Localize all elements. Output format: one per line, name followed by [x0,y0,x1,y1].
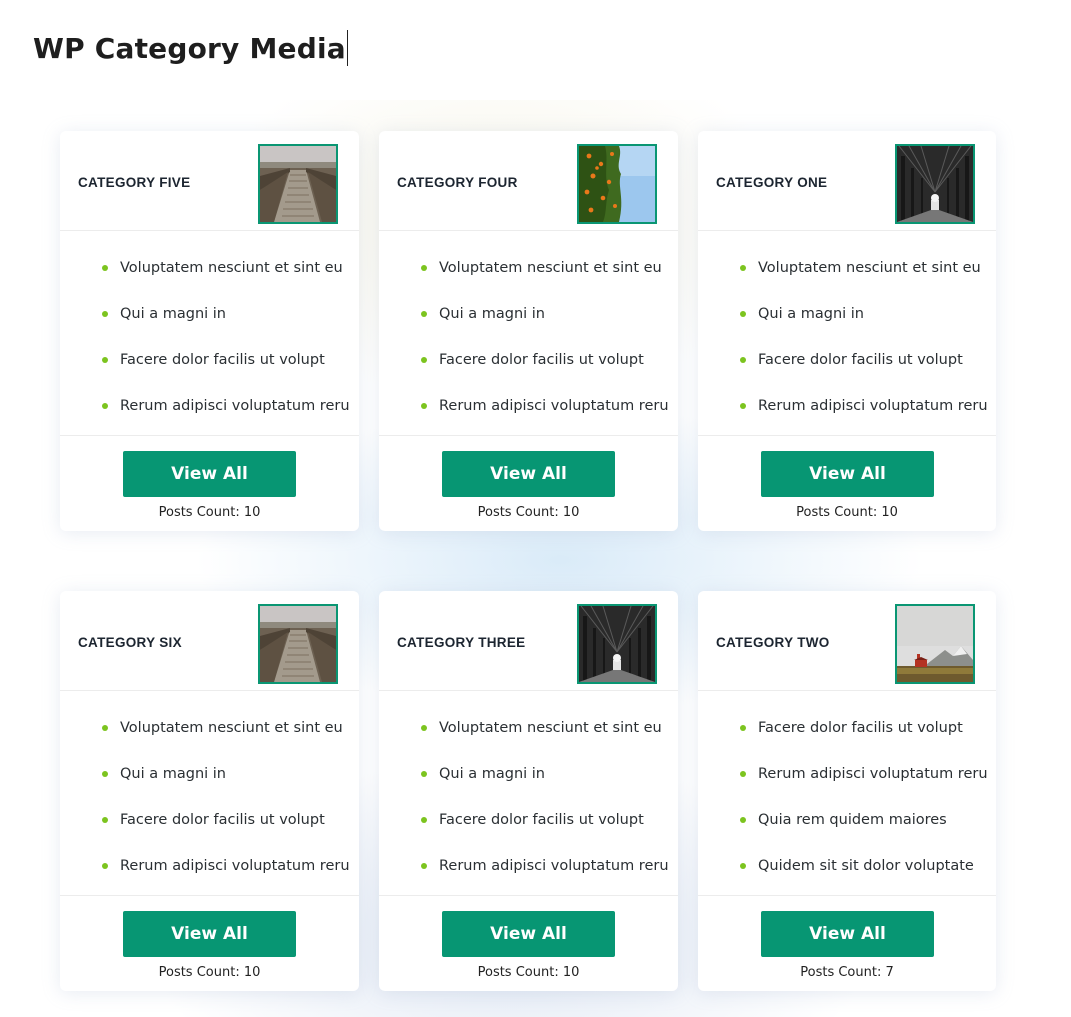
card-footer: View All Posts Count: 10 [379,435,678,531]
post-list-item[interactable]: Facere dolor facilis ut volupt [740,718,963,738]
bullet-icon [102,771,108,777]
category-card: CATEGORY ONE Voluptatem nesciunt et sint… [698,131,996,531]
bullet-icon [102,817,108,823]
post-list-item[interactable]: Qui a magni in [421,764,545,784]
post-list-item[interactable]: Voluptatem nesciunt et sint eu [740,258,981,278]
view-all-button[interactable]: View All [442,911,615,957]
view-all-button[interactable]: View All [123,911,296,957]
post-list-item[interactable]: Voluptatem nesciunt et sint eu [102,718,343,738]
category-card: CATEGORY THREE Voluptatem nesciunt et si… [379,591,678,991]
page-title: WP Category Media [33,30,348,66]
posts-count: Posts Count: 10 [158,505,261,520]
posts-count: Posts Count: 10 [477,965,580,980]
bullet-icon [102,311,108,317]
bullet-icon [421,357,427,363]
post-list-item[interactable]: Quidem sit sit dolor voluptate [740,856,974,876]
post-list-item[interactable]: Voluptatem nesciunt et sint eu [421,718,662,738]
card-footer: View All Posts Count: 10 [379,895,678,991]
bullet-icon [740,863,746,869]
posts-count: Posts Count: 10 [796,505,898,520]
card-header: CATEGORY FIVE [60,131,359,231]
card-footer: View All Posts Count: 7 [698,895,996,991]
post-list-item[interactable]: Quia rem quidem maiores [740,810,947,830]
post-list-item[interactable]: Qui a magni in [102,764,226,784]
category-title[interactable]: CATEGORY ONE [716,175,827,190]
bullet-icon [740,771,746,777]
view-all-button[interactable]: View All [442,451,615,497]
text-cursor [346,30,348,66]
post-list-item[interactable]: Qui a magni in [102,304,226,324]
bullet-icon [740,725,746,731]
category-title[interactable]: CATEGORY THREE [397,635,525,650]
post-list-item[interactable]: Qui a magni in [740,304,864,324]
card-header: CATEGORY TWO [698,591,996,691]
bullet-icon [421,403,427,409]
category-title[interactable]: CATEGORY FOUR [397,175,518,190]
category-thumbnail[interactable] [895,604,975,684]
category-title[interactable]: CATEGORY FIVE [78,175,190,190]
card-header: CATEGORY SIX [60,591,359,691]
post-list-item[interactable]: Rerum adipisci voluptatum reru [740,764,988,784]
post-list-item[interactable]: Facere dolor facilis ut volupt [102,350,325,370]
bullet-icon [102,265,108,271]
card-footer: View All Posts Count: 10 [698,435,996,531]
bullet-icon [421,725,427,731]
bullet-icon [102,357,108,363]
category-card: CATEGORY FOUR Voluptatem nesciunt et sin… [379,131,678,531]
post-list-item[interactable]: Rerum adipisci voluptatum reru [102,856,350,876]
category-title[interactable]: CATEGORY TWO [716,635,830,650]
bullet-icon [102,403,108,409]
card-footer: View All Posts Count: 10 [60,435,359,531]
post-list-item[interactable]: Facere dolor facilis ut volupt [102,810,325,830]
posts-count: Posts Count: 10 [158,965,261,980]
card-footer: View All Posts Count: 10 [60,895,359,991]
bullet-icon [421,311,427,317]
view-all-button[interactable]: View All [761,911,934,957]
view-all-button[interactable]: View All [761,451,934,497]
post-list-item[interactable]: Voluptatem nesciunt et sint eu [421,258,662,278]
bullet-icon [421,771,427,777]
bullet-icon [102,725,108,731]
bullet-icon [740,403,746,409]
category-card: CATEGORY FIVE Voluptatem nesciunt et sin… [60,131,359,531]
category-thumbnail[interactable] [258,604,338,684]
bullet-icon [102,863,108,869]
category-thumbnail[interactable] [895,144,975,224]
card-header: CATEGORY FOUR [379,131,678,231]
bullet-icon [740,817,746,823]
post-list-item[interactable]: Facere dolor facilis ut volupt [740,350,963,370]
category-thumbnail[interactable] [577,144,657,224]
post-list-item[interactable]: Facere dolor facilis ut volupt [421,350,644,370]
card-header: CATEGORY THREE [379,591,678,691]
category-thumbnail[interactable] [577,604,657,684]
bullet-icon [421,817,427,823]
category-title[interactable]: CATEGORY SIX [78,635,182,650]
posts-count: Posts Count: 7 [800,965,894,980]
post-list-item[interactable]: Rerum adipisci voluptatum reru [740,396,988,416]
category-thumbnail[interactable] [258,144,338,224]
bullet-icon [421,863,427,869]
post-list-item[interactable]: Facere dolor facilis ut volupt [421,810,644,830]
post-list-item[interactable]: Rerum adipisci voluptatum reru [421,856,669,876]
post-list-item[interactable]: Rerum adipisci voluptatum reru [102,396,350,416]
bullet-icon [740,311,746,317]
category-card: CATEGORY SIX Voluptatem nesciunt et sint… [60,591,359,991]
category-grid: CATEGORY FIVE Voluptatem nesciunt et sin… [60,131,996,991]
bullet-icon [740,357,746,363]
view-all-button[interactable]: View All [123,451,296,497]
category-card: CATEGORY TWO Facere dolor facilis ut vol… [698,591,996,991]
card-header: CATEGORY ONE [698,131,996,231]
post-list-item[interactable]: Voluptatem nesciunt et sint eu [102,258,343,278]
bullet-icon [740,265,746,271]
post-list-item[interactable]: Rerum adipisci voluptatum reru [421,396,669,416]
bullet-icon [421,265,427,271]
posts-count: Posts Count: 10 [477,505,580,520]
post-list-item[interactable]: Qui a magni in [421,304,545,324]
